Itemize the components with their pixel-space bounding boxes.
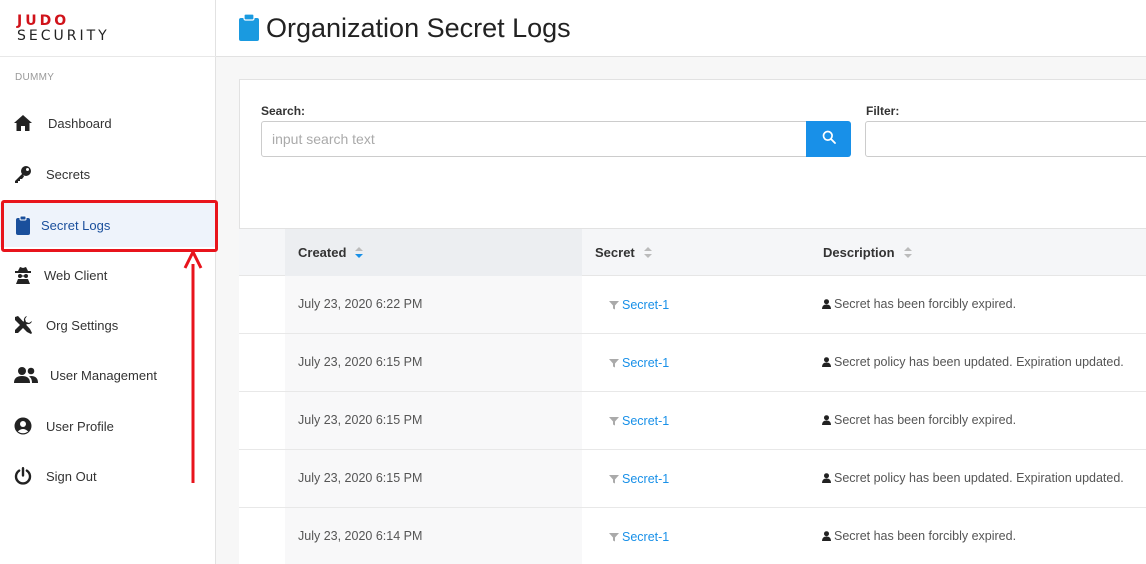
clipboard-icon	[239, 13, 259, 46]
table-header: Created Secret Description	[239, 229, 1146, 276]
created-cell: July 23, 2020 6:22 PM	[298, 297, 423, 311]
logo-line1: JUDO	[17, 13, 70, 29]
table-row: July 23, 2020 6:15 PM Secret-1 Secret po…	[239, 334, 1146, 392]
spy-icon	[13, 265, 33, 285]
sidebar-item-label: Web Client	[44, 267, 108, 283]
created-cell: July 23, 2020 6:15 PM	[298, 471, 423, 485]
column-header-created[interactable]: Created	[298, 245, 364, 260]
table-row: July 23, 2020 6:15 PM Secret-1 Secret po…	[239, 450, 1146, 508]
search-panel: Search: Filter:	[239, 79, 1146, 229]
secret-link[interactable]: Secret-1	[609, 530, 669, 544]
org-name: DUMMY	[15, 72, 55, 83]
page-title: Organization Secret Logs	[266, 13, 571, 43]
sidebar-item-label: Secrets	[46, 166, 91, 182]
column-header-secret[interactable]: Secret	[595, 245, 652, 260]
search-input[interactable]	[261, 121, 807, 157]
table-row: July 23, 2020 6:14 PM Secret-1 Secret ha…	[239, 508, 1146, 564]
secret-link[interactable]: Secret-1	[609, 298, 669, 312]
sort-icon	[355, 246, 364, 259]
column-header-description[interactable]: Description	[823, 245, 912, 260]
created-cell: July 23, 2020 6:14 PM	[298, 529, 423, 543]
user-icon	[822, 299, 831, 309]
user-icon	[822, 531, 831, 541]
filter-icon	[609, 475, 619, 484]
secret-link[interactable]: Secret-1	[609, 356, 669, 370]
sidebar-item-secrets[interactable]: Secrets	[0, 152, 216, 196]
secret-link[interactable]: Secret-1	[609, 414, 669, 428]
sidebar-divider	[0, 56, 216, 57]
tools-icon	[13, 315, 33, 335]
filter-icon	[609, 533, 619, 542]
description-cell: Secret policy has been updated. Expirati…	[822, 355, 1124, 369]
filter-icon	[609, 359, 619, 368]
users-icon	[14, 365, 38, 385]
sidebar-item-label: Org Settings	[46, 317, 119, 333]
user-icon	[822, 357, 831, 367]
sort-icon	[903, 246, 912, 259]
sidebar-item-label: User Management	[50, 367, 157, 383]
created-cell: July 23, 2020 6:15 PM	[298, 355, 423, 369]
filter-select[interactable]	[865, 121, 1146, 157]
annotation-arrow	[183, 250, 203, 483]
user-icon	[822, 473, 831, 483]
table-row: July 23, 2020 6:22 PM Secret-1 Secret ha…	[239, 276, 1146, 334]
sidebar-item-label: Sign Out	[46, 468, 97, 484]
logo[interactable]: JUDO SECURITY	[17, 14, 110, 44]
sidebar-item-label: User Profile	[46, 418, 114, 434]
description-cell: Secret policy has been updated. Expirati…	[822, 471, 1124, 485]
page-header: Organization Secret Logs	[216, 0, 1146, 57]
power-icon	[13, 466, 33, 486]
home-icon	[13, 113, 33, 133]
search-label: Search:	[261, 104, 306, 118]
sort-icon	[643, 246, 652, 259]
logs-table: Created Secret Description July 23, 2020…	[239, 229, 1146, 564]
created-cell: July 23, 2020 6:15 PM	[298, 413, 423, 427]
sidebar-item-label: Dashboard	[48, 115, 112, 131]
secret-link[interactable]: Secret-1	[609, 472, 669, 486]
description-cell: Secret has been forcibly expired.	[822, 297, 1016, 311]
key-icon	[13, 164, 33, 184]
user-icon	[822, 415, 831, 425]
description-cell: Secret has been forcibly expired.	[822, 529, 1016, 543]
sidebar-item-dashboard[interactable]: Dashboard	[0, 101, 216, 145]
user-circle-icon	[13, 416, 33, 436]
description-cell: Secret has been forcibly expired.	[822, 413, 1016, 427]
search-button[interactable]	[806, 121, 851, 157]
filter-label: Filter:	[866, 104, 900, 118]
annotation-highlight-box	[1, 200, 218, 252]
logo-line2: SECURITY	[17, 28, 110, 44]
filter-icon	[609, 417, 619, 426]
table-row: July 23, 2020 6:15 PM Secret-1 Secret ha…	[239, 392, 1146, 450]
filter-icon	[609, 301, 619, 310]
search-icon	[822, 130, 836, 149]
